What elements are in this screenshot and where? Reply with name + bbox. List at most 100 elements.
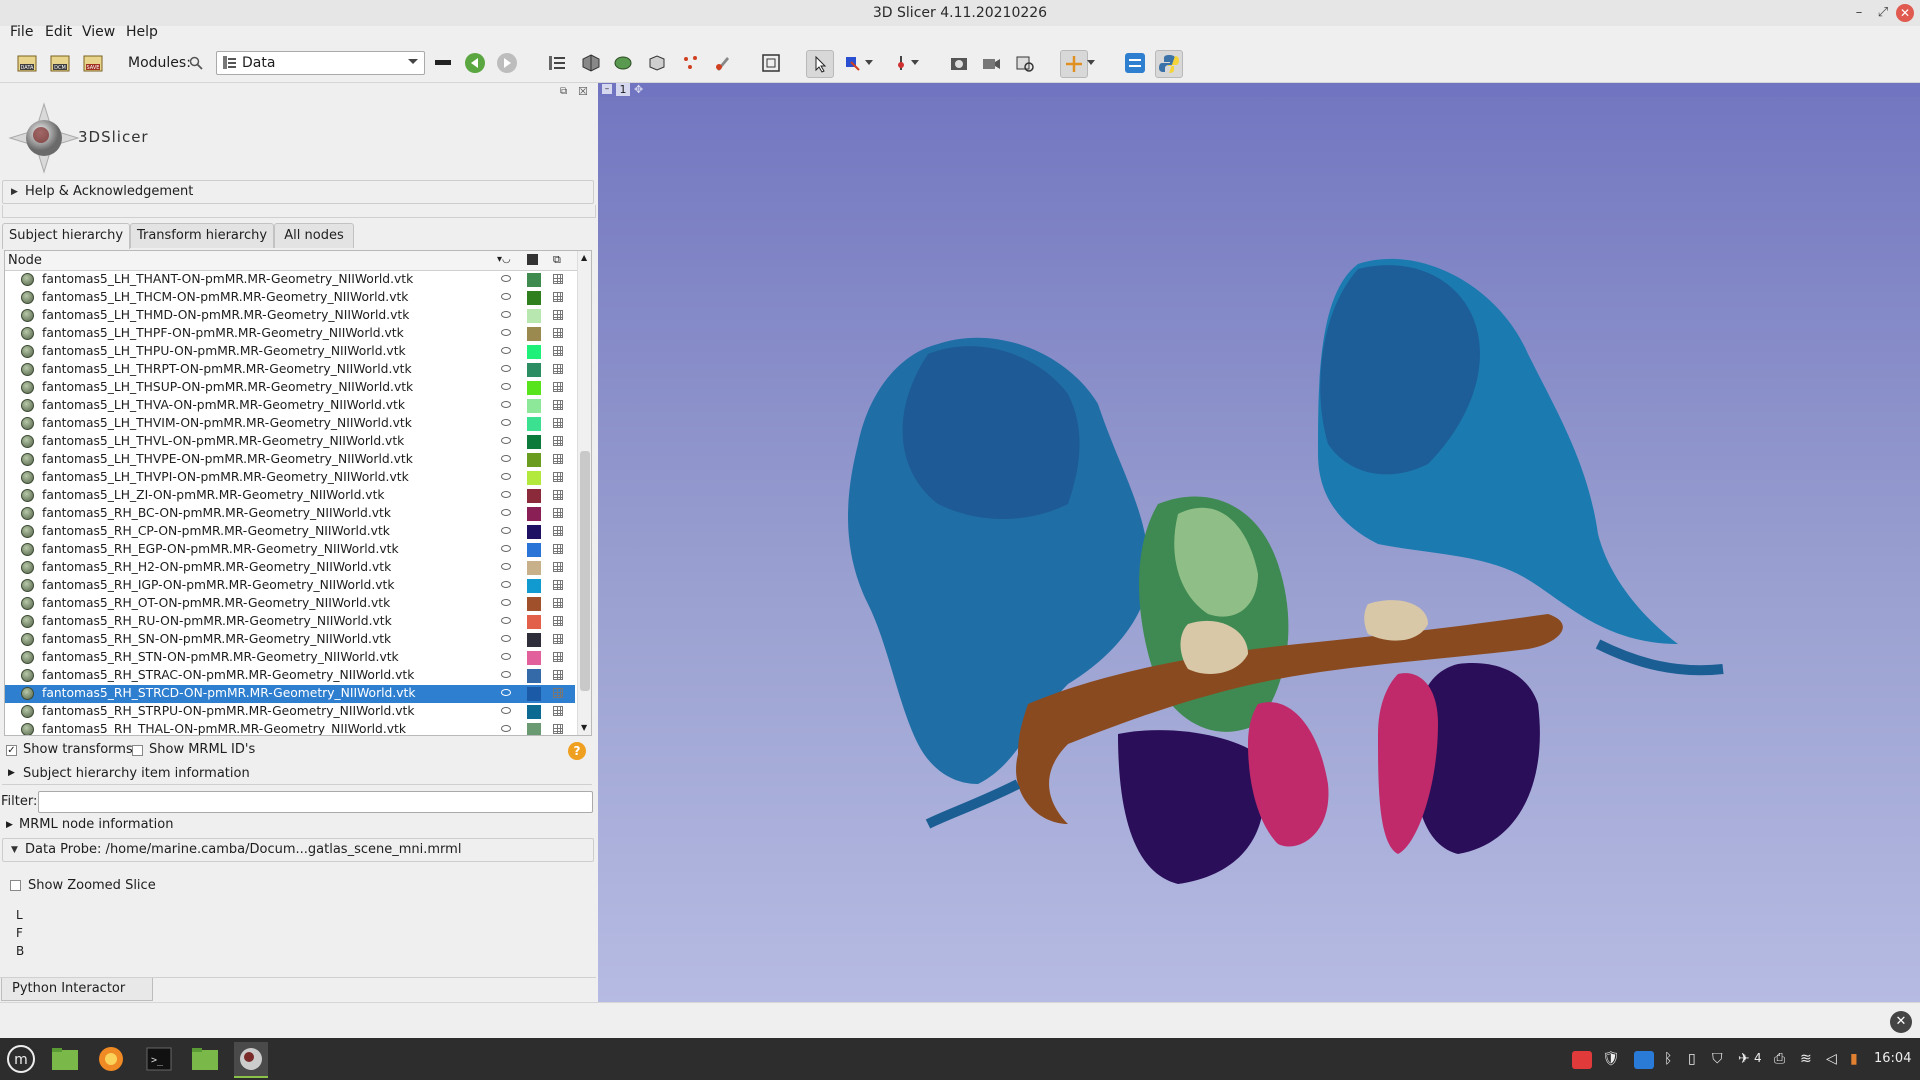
shield-icon[interactable]: 🛡 [1602, 1051, 1620, 1067]
color-swatch[interactable] [527, 489, 541, 503]
visibility-eye-icon[interactable] [501, 419, 511, 426]
transform-grid-icon[interactable] [553, 598, 563, 608]
error-log-icon[interactable]: ✕ [1890, 1011, 1912, 1033]
transform-grid-icon[interactable] [553, 508, 563, 518]
chevron-down-icon[interactable] [908, 50, 922, 76]
module-search-icon[interactable] [186, 50, 206, 76]
visibility-eye-icon[interactable] [501, 329, 511, 336]
visibility-eye-icon[interactable] [501, 275, 511, 282]
color-swatch[interactable] [527, 417, 541, 431]
transform-grid-icon[interactable] [553, 544, 563, 554]
show-mrml-ids-checkbox[interactable] [132, 745, 143, 756]
scroll-down-icon[interactable]: ▼ [581, 723, 587, 732]
tree-row[interactable]: fantomas5_RH_EGP-ON-pmMR.MR-Geometry_NII… [5, 541, 575, 559]
undock-icon[interactable]: ⧉ [560, 86, 567, 97]
visibility-eye-icon[interactable] [501, 509, 511, 516]
3d-view[interactable] [598, 84, 1920, 1002]
visibility-eye-icon[interactable] [501, 563, 511, 570]
visibility-eye-icon[interactable] [501, 725, 511, 732]
tab-transform-hierarchy[interactable]: Transform hierarchy [130, 223, 274, 248]
color-swatch[interactable] [527, 633, 541, 647]
volume-icon[interactable]: ◁ [1826, 1051, 1837, 1067]
tree-row[interactable]: fantomas5_RH_THAL-ON-pmMR.MR-Geometry_NI… [5, 721, 575, 735]
color-swatch[interactable] [527, 615, 541, 629]
color-swatch[interactable] [527, 453, 541, 467]
color-column-icon[interactable] [527, 254, 538, 265]
tree-row[interactable]: fantomas5_RH_STN-ON-pmMR.MR-Geometry_NII… [5, 649, 575, 667]
editor-icon[interactable] [710, 50, 736, 76]
color-swatch[interactable] [527, 669, 541, 683]
folder-icon[interactable] [188, 1042, 222, 1076]
chevron-down-icon[interactable] [862, 50, 876, 76]
layout-icon[interactable] [430, 50, 456, 76]
visibility-eye-icon[interactable] [501, 671, 511, 678]
clipboard-icon[interactable]: ▯ [1688, 1051, 1696, 1067]
load-data-icon[interactable]: DATA [14, 50, 40, 76]
transform-grid-icon[interactable] [553, 418, 563, 428]
help-section[interactable]: ▶ Help & Acknowledgement [2, 180, 594, 204]
transform-grid-icon[interactable] [553, 562, 563, 572]
transform-grid-icon[interactable] [553, 634, 563, 644]
menu-edit[interactable]: Edit [45, 24, 72, 40]
mint-menu-icon[interactable]: m [4, 1042, 38, 1076]
models-icon[interactable] [610, 50, 636, 76]
transform-grid-icon[interactable] [553, 670, 563, 680]
transforms-icon[interactable] [644, 50, 670, 76]
tree-row[interactable]: fantomas5_LH_THVIM-ON-pmMR.MR-Geometry_N… [5, 415, 575, 433]
tree-row[interactable]: fantomas5_RH_IGP-ON-pmMR.MR-Geometry_NII… [5, 577, 575, 595]
filter-input[interactable] [38, 791, 593, 813]
tree-row[interactable]: fantomas5_LH_THVL-ON-pmMR.MR-Geometry_NI… [5, 433, 575, 451]
files-icon[interactable] [48, 1042, 82, 1076]
color-swatch[interactable] [527, 291, 541, 305]
minimize-button[interactable]: – [1850, 4, 1868, 22]
tree-row[interactable]: fantomas5_RH_CP-ON-pmMR.MR-Geometry_NIIW… [5, 523, 575, 541]
data-module-icon[interactable] [544, 50, 570, 76]
transform-grid-icon[interactable] [553, 400, 563, 410]
visibility-eye-icon[interactable] [501, 437, 511, 444]
transform-grid-icon[interactable] [553, 310, 563, 320]
view-options-icon[interactable]: ✥ [634, 83, 643, 96]
tab-subject-hierarchy[interactable]: Subject hierarchy [2, 223, 130, 249]
terminal-icon[interactable]: >_ [142, 1042, 176, 1076]
visibility-eye-icon[interactable] [501, 491, 511, 498]
menu-file[interactable]: File [10, 24, 33, 40]
scroll-up-icon[interactable]: ▲ [581, 253, 587, 262]
tree-row[interactable]: fantomas5_LH_THMD-ON-pmMR.MR-Geometry_NI… [5, 307, 575, 325]
transform-grid-icon[interactable] [553, 454, 563, 464]
transform-grid-icon[interactable] [553, 526, 563, 536]
transform-grid-icon[interactable] [553, 436, 563, 446]
tree-row[interactable]: fantomas5_LH_THPU-ON-pmMR.MR-Geometry_NI… [5, 343, 575, 361]
transform-grid-icon[interactable] [553, 652, 563, 662]
color-swatch[interactable] [527, 399, 541, 413]
module-selector[interactable]: Data [216, 51, 425, 75]
tree-row[interactable]: fantomas5_RH_STRPU-ON-pmMR.MR-Geometry_N… [5, 703, 575, 721]
tree-row[interactable]: fantomas5_LH_THANT-ON-pmMR.MR-Geometry_N… [5, 271, 575, 289]
back-arrow-icon[interactable] [462, 50, 488, 76]
show-transforms-checkbox[interactable]: ✓ [6, 745, 17, 756]
tree-row[interactable]: fantomas5_LH_THVPE-ON-pmMR.MR-Geometry_N… [5, 451, 575, 469]
zoom-icon[interactable] [1634, 1051, 1654, 1069]
visibility-eye-icon[interactable] [501, 581, 511, 588]
screen-frame-icon[interactable] [758, 50, 784, 76]
color-swatch[interactable] [527, 345, 541, 359]
color-swatch[interactable] [527, 651, 541, 665]
wifi-icon[interactable]: ≋ [1800, 1051, 1812, 1067]
tree-row[interactable]: fantomas5_RH_STRAC-ON-pmMR.MR-Geometry_N… [5, 667, 575, 685]
color-swatch[interactable] [527, 579, 541, 593]
color-swatch[interactable] [527, 705, 541, 719]
color-swatch[interactable] [527, 507, 541, 521]
visibility-eye-icon[interactable] [501, 473, 511, 480]
volumes-icon[interactable] [578, 50, 604, 76]
dicom-icon[interactable]: DCM [47, 50, 73, 76]
color-swatch[interactable] [527, 561, 541, 575]
subject-item-info-section[interactable]: Subject hierarchy item information [23, 766, 250, 781]
close-button[interactable]: ✕ [1896, 4, 1914, 22]
extension-icon[interactable] [1012, 50, 1038, 76]
visibility-eye-icon[interactable] [501, 527, 511, 534]
color-swatch[interactable] [527, 327, 541, 341]
tree-row[interactable]: fantomas5_RH_SN-ON-pmMR.MR-Geometry_NIIW… [5, 631, 575, 649]
scene-view-icon[interactable] [978, 50, 1004, 76]
tree-row[interactable]: fantomas5_RH_RU-ON-pmMR.MR-Geometry_NIIW… [5, 613, 575, 631]
tree-row[interactable]: fantomas5_RH_OT-ON-pmMR.MR-Geometry_NIIW… [5, 595, 575, 613]
python-icon[interactable] [1155, 50, 1183, 78]
